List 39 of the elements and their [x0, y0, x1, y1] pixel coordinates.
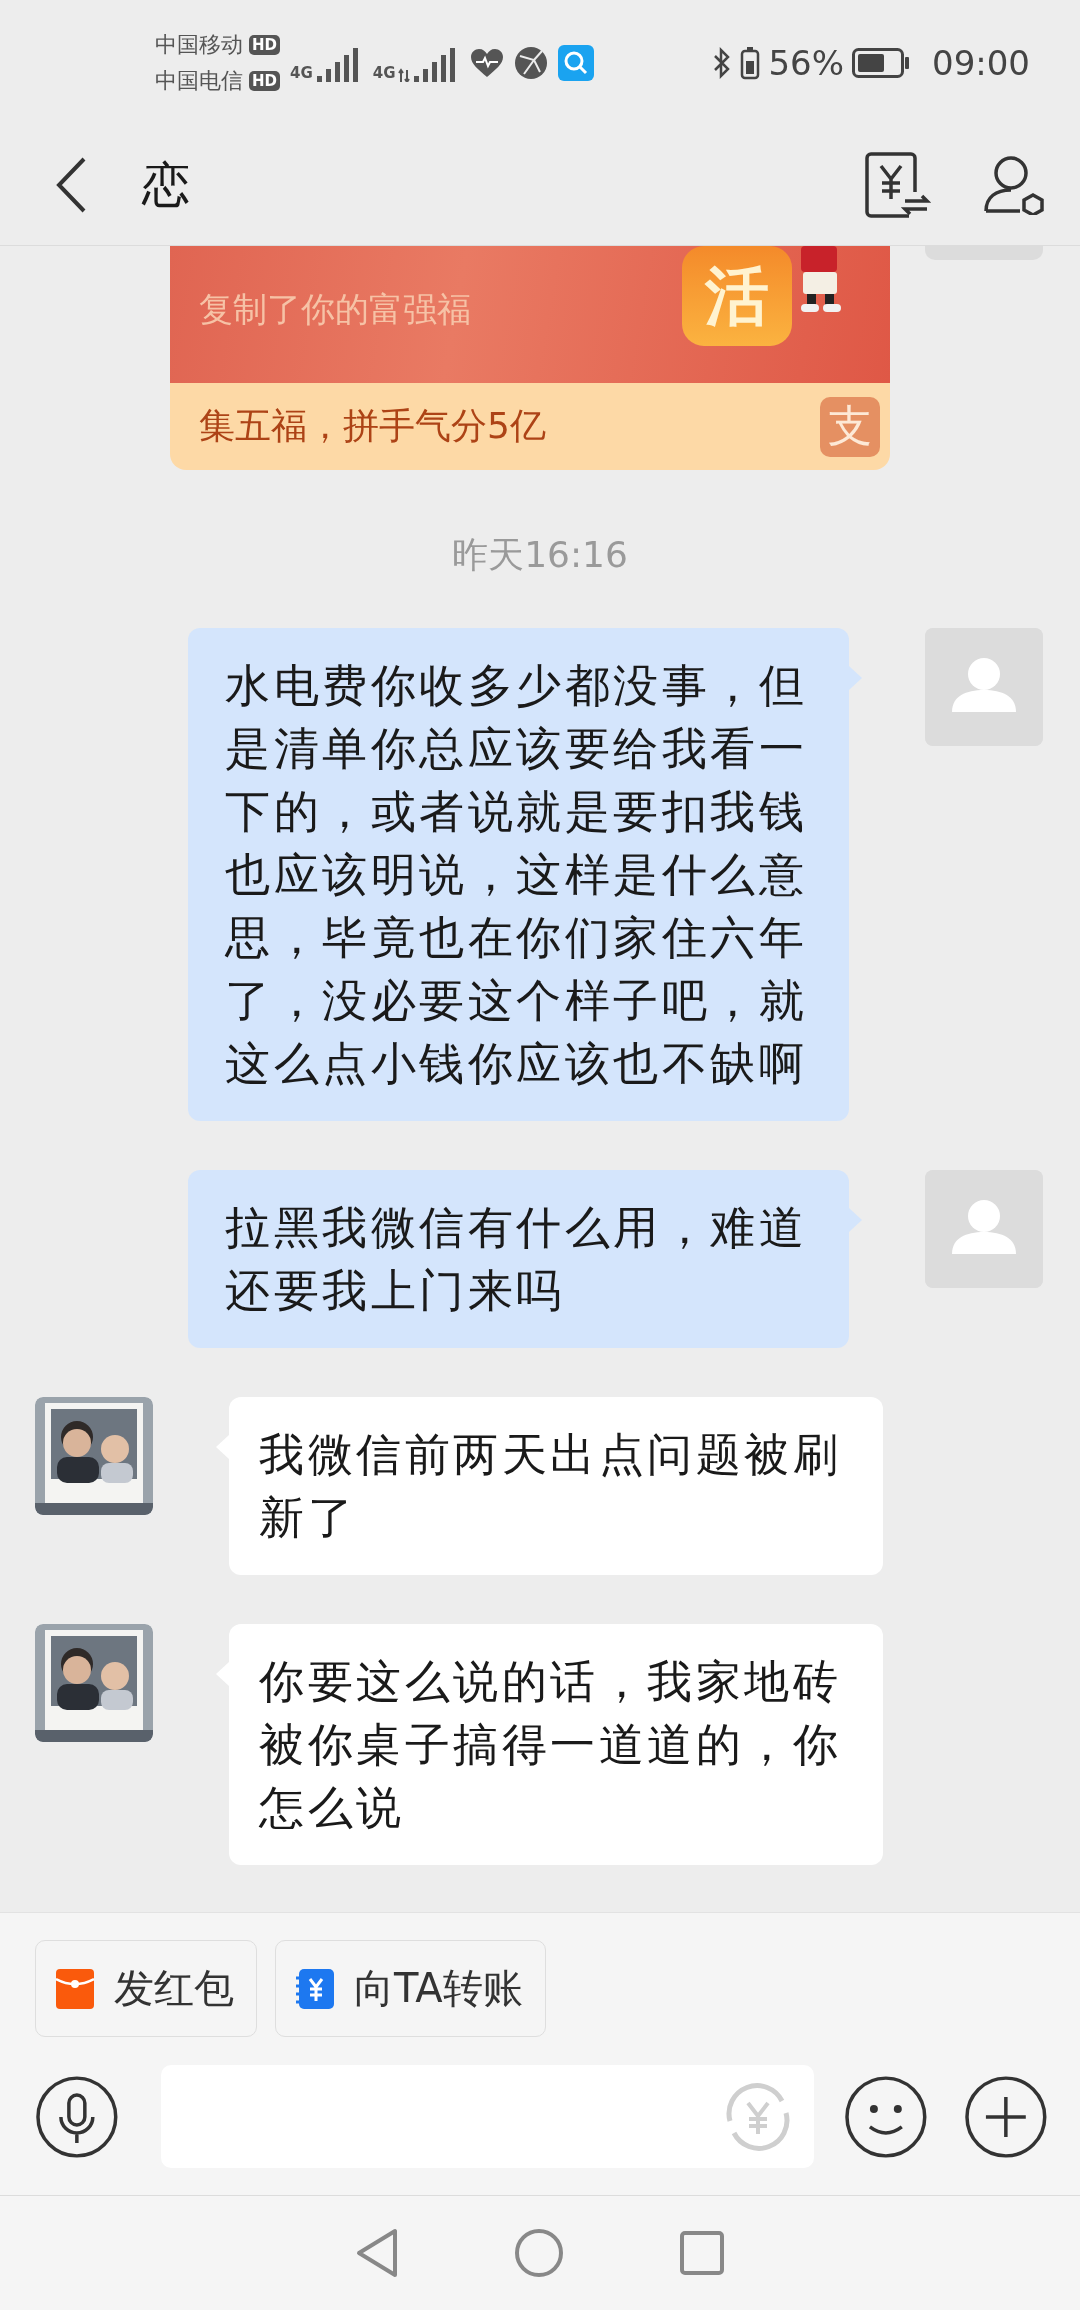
back-nav-icon[interactable] — [355, 2228, 399, 2278]
home-nav-icon[interactable] — [514, 2228, 564, 2278]
recents-nav-icon[interactable] — [679, 2230, 725, 2276]
battery-percent: 56% — [768, 42, 844, 83]
card-subtitle: 复制了你的富强福 — [199, 287, 471, 331]
network-label: 4G — [372, 63, 396, 82]
bubble-tail — [849, 1208, 862, 1232]
transfer-icon — [296, 1968, 334, 2009]
globe-icon — [513, 45, 548, 80]
quick-action-button[interactable]: 发红包 — [35, 1940, 257, 2037]
card-footer-text: 集五福，拼手气分5亿 — [199, 404, 547, 448]
carrier-name: 中国移动 — [155, 30, 243, 59]
app-logo: 支 — [820, 396, 880, 457]
contact-settings-icon[interactable] — [983, 155, 1045, 215]
microphone-icon[interactable] — [35, 2074, 119, 2159]
bubble-tail — [849, 666, 862, 690]
back-icon[interactable] — [55, 156, 87, 214]
search-app-icon — [557, 44, 594, 81]
hd-badge: HD — [249, 70, 280, 91]
message-bubble: 你要这么说的话，我家地砖被你桌子搞得一道道的，你怎么说 — [229, 1624, 883, 1865]
quick-action-button[interactable]: 向TA转账 — [275, 1940, 546, 2037]
battery-icon — [852, 47, 910, 78]
clock-time: 09:00 — [932, 42, 1030, 83]
battery-saver-icon — [740, 45, 761, 80]
fortune-tile: 活 — [682, 246, 792, 346]
transfer-document-icon[interactable] — [865, 152, 931, 218]
envelope-icon — [56, 1968, 94, 2009]
chat-title: 恋 — [142, 155, 191, 214]
hd-badge: HD — [249, 34, 280, 55]
plus-icon[interactable] — [964, 2074, 1048, 2159]
emoji-icon[interactable] — [843, 2074, 928, 2159]
network-label: 4G — [290, 63, 313, 82]
message-bubble: 我微信前两天出点问题被刷新了 — [229, 1397, 883, 1575]
message-input-field[interactable] — [160, 2065, 814, 2168]
message-bubble: 拉黑我微信有什么用，难道还要我上门来吗 — [188, 1170, 849, 1348]
carrier-name: 中国电信 — [155, 66, 243, 95]
heart-icon — [469, 47, 504, 78]
message-bubble: 水电费你收多少都没事，但是清单你总应该要给我看一下的，或者说就是要扣我钱也应该明说，这样是什么意思，毕竟也在你们家住六年了，没必要这个样子吧，就这么点小钱你应该也不缺啊 — [188, 628, 849, 1121]
timestamp: 昨天16:16 — [451, 533, 629, 577]
